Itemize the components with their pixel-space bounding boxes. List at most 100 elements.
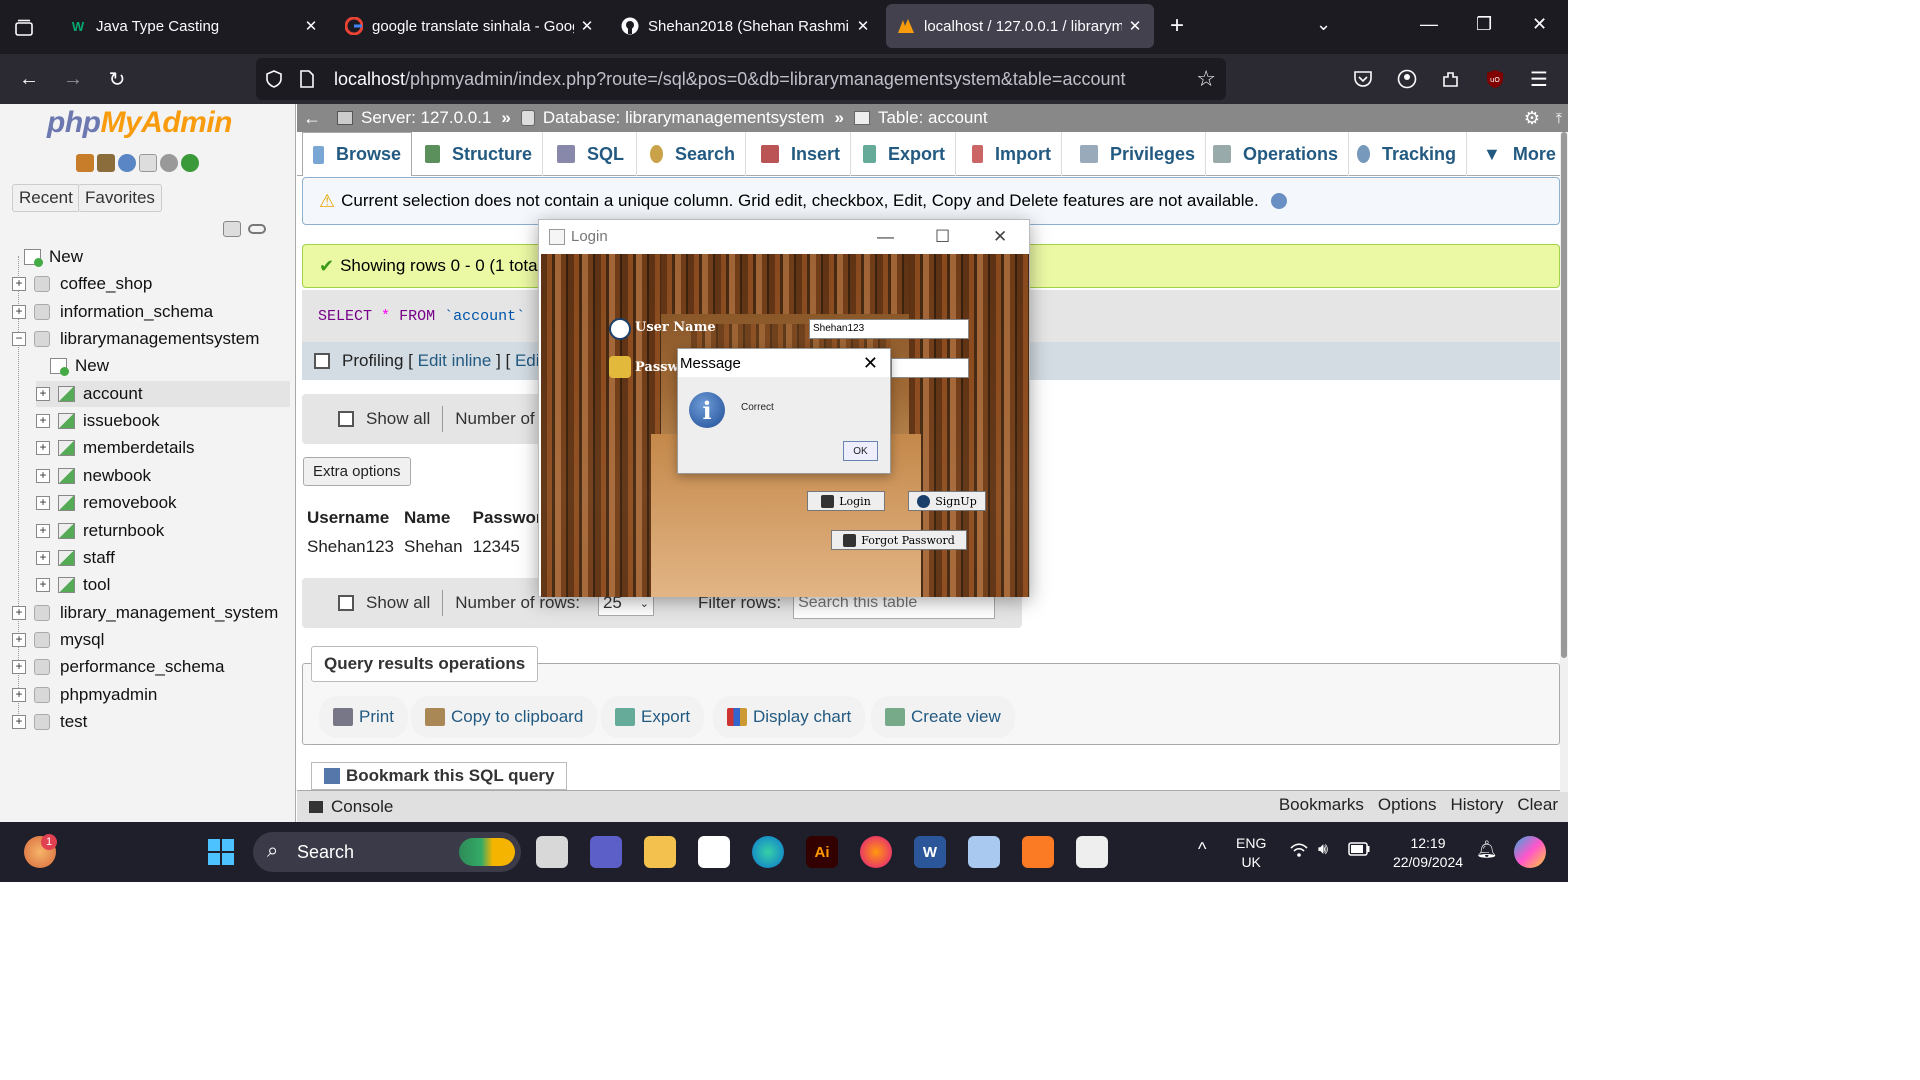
reload-icon[interactable]: ↻ [104,66,130,92]
tab-github[interactable]: Shehan2018 (Shehan Rashmika) ✕ [610,4,882,48]
pocket-icon[interactable] [1350,66,1376,92]
expand-icon[interactable]: + [12,605,26,620]
column-header[interactable]: Passwor [467,504,548,533]
column-header[interactable]: Username [302,504,399,533]
volume-icon[interactable]: 🔊︎ [1318,840,1328,859]
tab-export[interactable]: Export [853,132,956,176]
tab-google-translate[interactable]: google translate sinhala - Goog ✕ [334,4,606,48]
tab-browse[interactable]: Browse [302,132,412,176]
url-text[interactable]: localhost/phpmyadmin/index.php?route=/sq… [334,69,1126,90]
tree-item-library-management-system[interactable]: + library_management_system [12,600,278,626]
taskbar-search[interactable]: ⌕ Search [253,832,521,872]
copilot-icon[interactable] [1514,836,1546,868]
expand-icon[interactable]: + [36,578,50,593]
expand-icon[interactable]: + [36,496,50,511]
tab-operations[interactable]: Operations [1203,132,1349,176]
column-header[interactable]: Name [398,504,468,533]
link-with-main-icon[interactable] [248,224,266,234]
close-tab-icon[interactable]: ✕ [854,17,872,35]
docs-icon[interactable] [139,154,157,172]
minimize-icon[interactable]: — [1420,14,1438,35]
tree-item-new[interactable]: New [36,353,109,379]
scrollbar-thumb[interactable] [1561,132,1567,658]
page-icon[interactable] [296,70,318,88]
xampp-icon[interactable] [1022,836,1054,868]
teams-icon[interactable] [590,836,622,868]
home-icon[interactable] [76,154,94,172]
console-toggle[interactable]: Console [331,797,393,817]
close-window-icon[interactable]: ✕ [1532,14,1547,35]
back-icon[interactable]: ← [16,66,42,92]
profiling-checkbox[interactable] [314,353,330,369]
tab-tracking[interactable]: Tracking [1347,132,1467,176]
tree-item-newbook[interactable]: + newbook [36,463,151,489]
url-bar[interactable]: localhost/phpmyadmin/index.php?route=/sq… [256,58,1226,100]
tab-more[interactable]: ▼ More [1473,132,1563,176]
tree-item-issuebook[interactable]: + issuebook [36,408,160,434]
console-clear-link[interactable]: Clear [1517,795,1558,815]
expand-icon[interactable]: + [36,386,50,401]
word-icon[interactable]: W [914,836,946,868]
new-tab-icon[interactable]: + [1170,12,1184,40]
expand-icon[interactable]: + [12,277,26,292]
tab-search[interactable]: Search [640,132,746,176]
tree-item-new[interactable]: New [10,244,83,270]
tab-sql[interactable]: SQL [547,132,637,176]
file-explorer-icon[interactable] [644,836,676,868]
breadcrumb-server[interactable]: Server: 127.0.0.1 [337,108,491,128]
console-options-link[interactable]: Options [1378,795,1437,815]
ok-button[interactable]: OK [843,441,878,461]
expand-icon[interactable]: + [12,660,26,675]
bookmark-sql-query[interactable]: Bookmark this SQL query [311,762,568,790]
collapse-all-icon[interactable] [223,221,241,237]
tree-item-mysql[interactable]: + mysql [12,627,104,653]
message-title-bar[interactable]: Message ✕ [678,349,890,377]
shield-icon[interactable] [262,70,286,88]
tree-item-staff[interactable]: + staff [36,545,115,571]
favorites-button[interactable]: Favorites [78,184,162,212]
console-bookmarks-link[interactable]: Bookmarks [1279,795,1364,815]
illustrator-icon[interactable]: Ai [806,836,838,868]
tree-item-account[interactable]: + account [36,380,290,407]
copy-to-clipboard-button[interactable]: Copy to clipboard [411,696,598,738]
display-chart-button[interactable]: Display chart [713,696,866,738]
ublock-origin-icon[interactable]: uO [1482,66,1508,92]
language-indicator[interactable]: ENG UK [1236,834,1266,872]
wifi-icon[interactable] [1290,842,1308,863]
microsoft-store-icon[interactable] [698,836,730,868]
forgot-password-button[interactable]: Forgot Password [831,530,967,550]
expand-icon[interactable]: + [36,523,50,538]
edge-icon[interactable] [752,836,784,868]
tree-item-coffee-shop[interactable]: + coffee_shop [12,271,152,297]
logout-icon[interactable] [97,154,115,172]
help-icon[interactable] [1270,193,1287,209]
close-tab-icon[interactable]: ✕ [302,17,320,35]
tree-item-tool[interactable]: + tool [36,572,110,598]
extensions-icon[interactable] [1438,66,1464,92]
virtualbox-icon[interactable] [968,836,1000,868]
bell-icon[interactable]: 🔔︎ [1476,840,1498,859]
login-title-bar[interactable]: Login — ☐ ✕ [539,220,1029,253]
close-tab-icon[interactable]: ✕ [1126,17,1144,35]
show-hidden-icons[interactable]: ^ [1198,840,1206,859]
clock[interactable]: 12:19 22/09/2024 [1388,834,1468,872]
export-button[interactable]: Export [601,696,705,738]
gear-icon[interactable]: ⚙ [1524,108,1540,129]
tree-item-memberdetails[interactable]: + memberdetails [36,435,195,461]
java-app-icon[interactable] [1076,836,1108,868]
reload-nav-icon[interactable] [181,154,199,172]
minimize-icon[interactable]: — [877,227,894,247]
tree-item-information-schema[interactable]: + information_schema [12,299,213,325]
expand-icon[interactable]: + [12,304,26,319]
recent-button[interactable]: Recent [12,184,80,212]
print-button[interactable]: Print [319,696,408,738]
tree-item-phpmyadmin[interactable]: + phpmyadmin [12,682,157,708]
tab-import[interactable]: Import [962,132,1062,176]
close-icon[interactable]: ✕ [993,227,1007,247]
tab-privileges[interactable]: Privileges [1070,132,1206,176]
tree-item-librarymanagementsystem[interactable]: − librarymanagementsystem [12,326,259,352]
breadcrumb-database[interactable]: Database: librarymanagementsystem [520,108,824,128]
help-icon[interactable] [118,154,136,172]
tab-list-icon[interactable] [8,12,40,44]
username-field[interactable]: Shehan123 [809,319,969,339]
